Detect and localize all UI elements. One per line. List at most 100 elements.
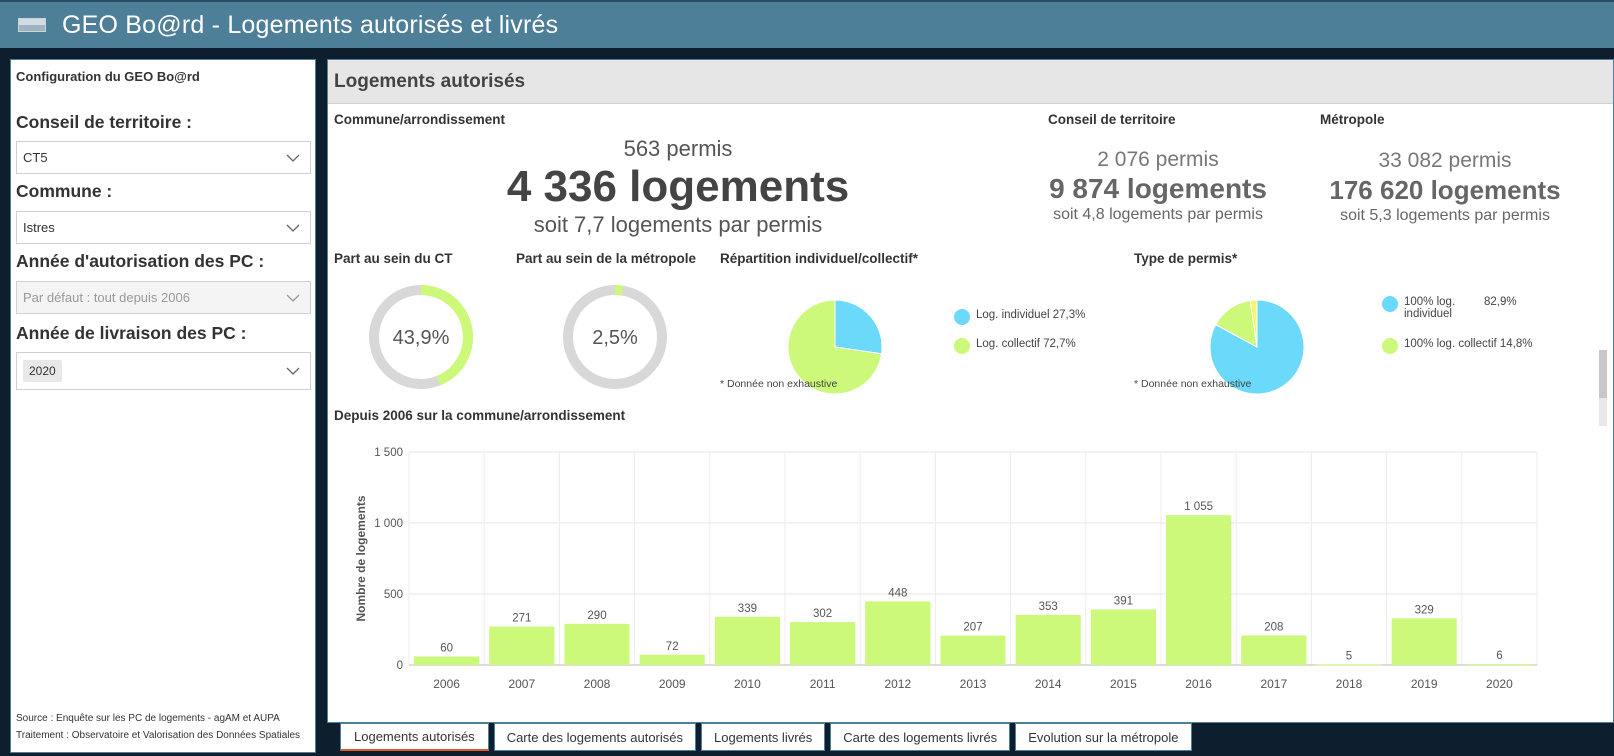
tab-logements-livres[interactable]: Logements livrés (701, 723, 826, 751)
legend-type-individuel-pct: 82,9% (1484, 296, 1517, 308)
y-tick-label: 0 (397, 660, 403, 672)
year-chip[interactable]: 2020 (23, 360, 62, 382)
commune-permis: 563 permis (623, 136, 733, 161)
bar-value-label: 60 (440, 642, 453, 654)
ct-permis: 2 076 permis (1097, 148, 1219, 171)
x-tick-label: 2007 (508, 677, 535, 691)
x-tick-label: 2020 (1486, 677, 1513, 691)
bar-2016 (1166, 515, 1232, 665)
metropole-stats: 33 082 permis 176 620 logements soit 5,3… (1290, 149, 1600, 225)
bar-2013 (940, 635, 1006, 665)
x-tick-label: 2017 (1260, 677, 1287, 691)
y-axis-label: Nombre de logements (354, 495, 368, 621)
x-tick-label: 2014 (1035, 677, 1062, 691)
legend-type-individuel: 100% log. individuel 82,9% (1382, 296, 1552, 320)
scrollbar-thumb[interactable] (1599, 350, 1607, 398)
legend-dot-type-collectif (1382, 338, 1398, 354)
bar-2010 (714, 616, 780, 665)
bar-value-label: 207 (963, 622, 982, 634)
config-panel: Configuration du GEO Bo@rd Conseil de te… (10, 59, 316, 753)
ct-heading: Conseil de territoire (1048, 112, 1176, 127)
legend-collectif-label: Log. collectif (976, 338, 1040, 350)
y-tick-label: 1 000 (374, 518, 403, 530)
x-tick-label: 2008 (584, 677, 611, 691)
metropole-logements: 176 620 logements (1329, 175, 1561, 205)
bar-2018 (1316, 664, 1382, 666)
bar-value-label: 1 055 (1184, 501, 1213, 513)
chart-heading: Depuis 2006 sur la commune/arrondissemen… (334, 408, 626, 423)
repartition-heading: Répartition individuel/collectif* (720, 251, 919, 266)
commune-stats: 563 permis 4 336 logements soit 7,7 loge… (468, 136, 888, 238)
bar-2011 (790, 622, 856, 665)
gauge-ct: 43,9% (369, 285, 473, 389)
gauge-ct-label: 43,9% (393, 327, 450, 349)
bar-value-label: 290 (587, 610, 606, 622)
bar-value-label: 448 (888, 587, 907, 599)
commune-select-value: Istres (23, 220, 55, 235)
tab-evolution-metropole[interactable]: Evolution sur la métropole (1015, 723, 1192, 751)
legend-type-individuel-label: 100% log. individuel (1404, 296, 1456, 320)
x-tick-label: 2012 (884, 677, 911, 691)
pie-repartition-slice-0 (834, 299, 883, 355)
bar-value-label: 72 (666, 641, 679, 653)
bar-value-label: 302 (813, 608, 832, 620)
metropole-permis: 33 082 permis (1378, 149, 1512, 172)
annee-autorisation-label: Année d'autorisation des PC : (16, 251, 265, 271)
bar-value-label: 208 (1264, 621, 1283, 633)
repartition-note: * Donnée non exhaustive (720, 378, 838, 390)
source-note: Source : Enquête sur les PC de logements… (16, 710, 312, 744)
app-title: GEO Bo@rd - Logements autorisés et livré… (62, 10, 559, 39)
commune-select[interactable]: Istres (16, 211, 311, 244)
x-tick-label: 2013 (960, 677, 987, 691)
x-tick-label: 2006 (433, 677, 460, 691)
annee-autorisation-select[interactable]: Par défaut : tout depuis 2006 (16, 281, 311, 314)
tab-carte-logements-livres[interactable]: Carte des logements livrés (830, 723, 1011, 751)
bar-2006 (414, 656, 480, 665)
legend-dot-collectif (954, 338, 970, 354)
annee-autorisation-placeholder: Par défaut : tout depuis 2006 (23, 290, 190, 305)
chevron-down-icon (286, 294, 300, 302)
tab-logements-autorises[interactable]: Logements autorisés (340, 723, 489, 751)
metropole-heading: Métropole (1320, 112, 1385, 127)
scrollbar[interactable] (1599, 350, 1607, 426)
annee-livraison-label: Année de livraison des PC : (16, 323, 247, 343)
legend-collectif-pct: 72,7% (1043, 338, 1076, 350)
source-text: Source : Enquête sur les PC de logements… (16, 713, 280, 724)
app-logo (18, 18, 46, 32)
bar-2014 (1015, 614, 1081, 665)
gauge-metro: 2,5% (563, 285, 667, 389)
config-title: Configuration du GEO Bo@rd (16, 69, 200, 84)
gauge-metro-heading: Part au sein de la métropole (516, 251, 697, 266)
y-tick-label: 500 (384, 589, 403, 601)
bar-2007 (489, 626, 555, 665)
x-tick-label: 2010 (734, 677, 761, 691)
legend-collectif: Log. collectif 72,7% (954, 338, 1076, 354)
tab-carte-logements-autorises[interactable]: Carte des logements autorisés (493, 723, 696, 751)
ct-select-value: CT5 (23, 150, 48, 165)
chevron-down-icon (286, 224, 300, 232)
bar-value-label: 271 (512, 613, 531, 625)
bar-value-label: 329 (1415, 604, 1434, 616)
legend-type-collectif-label: 100% log. collectif (1404, 338, 1497, 350)
x-tick-label: 2011 (810, 677, 836, 691)
ct-logements: 9 874 logements (1049, 173, 1267, 204)
x-tick-label: 2016 (1185, 677, 1212, 691)
gauge-metro-label: 2,5% (592, 327, 638, 349)
bar-2008 (564, 623, 630, 665)
bar-value-label: 339 (738, 603, 757, 615)
bar-value-label: 353 (1039, 601, 1058, 613)
chevron-down-icon (286, 154, 300, 162)
type-permis-note: * Donnée non exhaustive (1134, 378, 1252, 390)
title-bar: GEO Bo@rd - Logements autorisés et livré… (0, 0, 1614, 48)
gauge-ct-heading: Part au sein du CT (334, 251, 453, 266)
bar-2009 (639, 654, 705, 665)
x-tick-label: 2019 (1411, 677, 1438, 691)
ct-select[interactable]: CT5 (16, 141, 311, 174)
metropole-ratio: soit 5,3 logements par permis (1340, 207, 1550, 224)
commune-logements: 4 336 logements (506, 162, 850, 211)
type-permis-heading: Type de permis* (1134, 251, 1238, 266)
y-tick-label: 1 500 (374, 447, 403, 459)
x-tick-label: 2009 (659, 677, 686, 691)
annee-livraison-select[interactable]: 2020 (16, 352, 311, 390)
legend-individuel-label: Log. individuel (976, 309, 1050, 321)
